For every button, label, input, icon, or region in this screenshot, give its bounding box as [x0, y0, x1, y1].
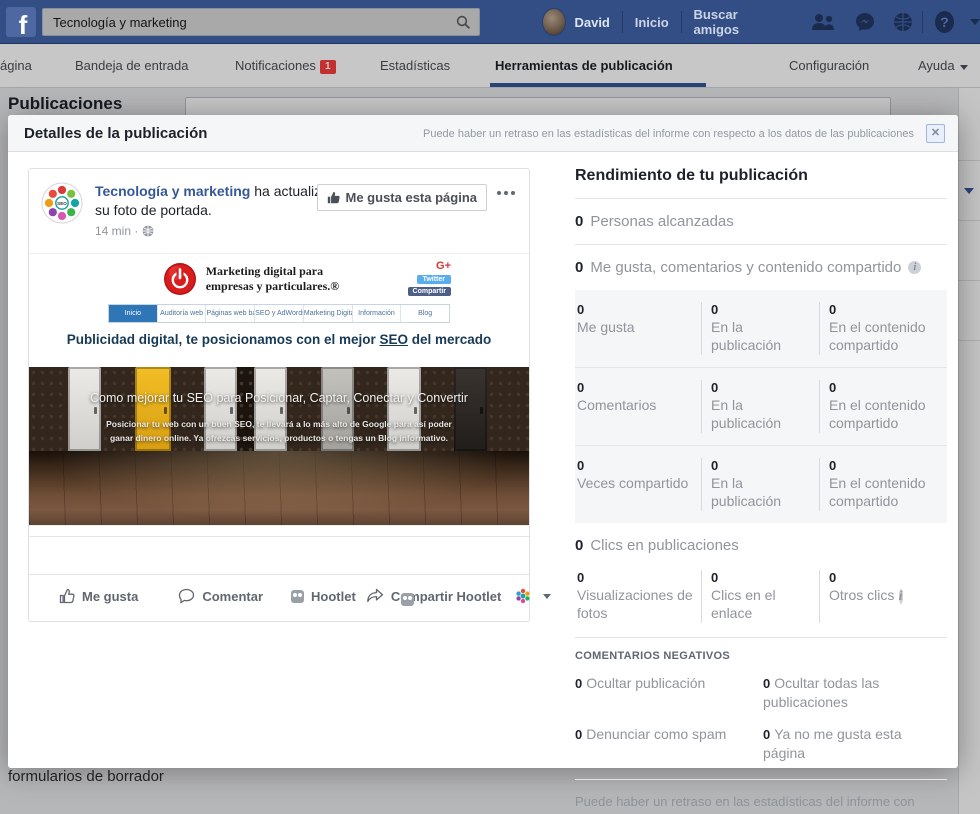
- engagement-stat: 0 Me gusta, comentarios y contenido compa…: [575, 245, 947, 290]
- profile-link[interactable]: David: [574, 15, 609, 30]
- search-bar: [42, 8, 480, 36]
- clicks-breakdown-grid: 0 Visualizaciones de fotos 0 Clics en el e…: [575, 568, 947, 638]
- comments-row: 0 Comentarios 0 En la publicación 0 En el c…: [575, 367, 947, 445]
- account-menu-caret-icon[interactable]: [969, 19, 980, 25]
- reach-stat: 0 Personas alcanzadas: [575, 199, 947, 245]
- hootlet-button[interactable]: Hootlet: [291, 589, 356, 604]
- like-button[interactable]: Me gusta: [59, 588, 138, 604]
- hootlet-owl-overlay-icon: [401, 593, 414, 606]
- divider: [680, 11, 682, 33]
- website-brand-text: Marketing digital para empresas y partic…: [205, 264, 340, 293]
- search-icon[interactable]: [456, 15, 471, 30]
- divider: [621, 11, 623, 33]
- post-preview-card: SEO Tecnología y marketing ha actualizad…: [28, 168, 552, 622]
- thumb-up-icon: [327, 191, 340, 204]
- comment-button[interactable]: Comentar: [178, 588, 263, 604]
- post-timestamp[interactable]: 14 min ·: [95, 223, 138, 239]
- extension-menu-button[interactable]: [515, 588, 552, 604]
- cover-photo[interactable]: Marketing digital para empresas y partic…: [29, 253, 529, 526]
- close-icon[interactable]: ✕: [926, 124, 945, 143]
- share-hootlet-button[interactable]: Compartir Hootlet: [366, 588, 501, 604]
- divider: [922, 11, 923, 33]
- twitter-button: Twitter: [416, 275, 451, 284]
- dialog-header: Detalles de la publicación Puede haber u…: [8, 115, 958, 152]
- shares-row: 0 Veces compartido 0 En la publicación 0 En…: [575, 445, 947, 523]
- page-name-link[interactable]: Tecnología y marketing: [95, 183, 250, 199]
- clicks-row: 0 Visualizaciones de fotos 0 Clics en el e…: [575, 568, 947, 637]
- colorful-extension-icon: [516, 588, 530, 604]
- website-header: Marketing digital para empresas y partic…: [29, 254, 529, 367]
- post-details-dialog: Detalles de la publicación Puede haber u…: [8, 115, 958, 809]
- messenger-icon[interactable]: [855, 12, 875, 32]
- find-friends-link[interactable]: Buscar amigos: [694, 7, 775, 37]
- negative-feedback-title: COMENTARIOS NEGATIVOS: [575, 650, 731, 662]
- info-icon[interactable]: i: [908, 261, 922, 274]
- like-page-button[interactable]: Me gusta esta página: [316, 184, 487, 211]
- user-avatar[interactable]: [542, 8, 567, 36]
- hootlet-owl-icon: [291, 589, 305, 603]
- doors-photo: Como mejorar tu SEO para Posicionar, Cap…: [29, 367, 529, 525]
- facebook-logo[interactable]: f: [6, 7, 36, 37]
- svg-text:SEO: SEO: [57, 201, 67, 206]
- more-options-icon[interactable]: [497, 185, 517, 201]
- share-arrow-icon: [366, 588, 383, 603]
- website-headline: Publicidad digital, te posicionamos con …: [66, 332, 492, 347]
- performance-title: Rendimiento de tu publicación: [575, 167, 947, 199]
- google-plus-icon: G+: [436, 260, 451, 272]
- globe-privacy-icon: [142, 225, 154, 237]
- post-clicks-stat: 0 Clics en publicaciones: [575, 537, 739, 554]
- help-icon[interactable]: ?: [934, 11, 954, 33]
- dialog-title: Detalles de la publicación: [24, 125, 208, 142]
- post-performance-panel: Rendimiento de tu publicación 0 Personas …: [575, 167, 947, 814]
- post-action-bar: Me gusta Comentar Hootlet Compartir Hoot…: [29, 575, 552, 617]
- search-input[interactable]: [43, 9, 479, 35]
- likes-row: 0 Me gusta 0 En la publicación 0 En el cont…: [575, 290, 947, 367]
- engagement-breakdown-grid: 0 Me gusta 0 En la publicación 0 En el cont…: [575, 290, 947, 523]
- feedback-summary-row: [29, 537, 529, 574]
- wooden-floor: [29, 451, 529, 525]
- website-nav: Inicio Auditoría web Páginas web baratas…: [108, 304, 450, 323]
- power-button-logo: [163, 263, 196, 295]
- top-navigation-bar: f David Inicio Buscar amigos ?: [0, 0, 980, 44]
- negative-feedback-row: 0 Denunciar como spam 0 Ya no me gusta est…: [575, 726, 902, 761]
- comment-bubble-icon: [179, 588, 195, 604]
- post-story: Tecnología y marketing ha actualizado su…: [95, 182, 347, 239]
- notifications-globe-icon[interactable]: [893, 12, 913, 32]
- negative-feedback-row: 0 Ocultar publicación 0 Ocultar todas las …: [575, 675, 880, 710]
- facebook-share-button: Compartir: [407, 287, 451, 296]
- stats-delay-footnote: Puede haber un retraso en las estadístic…: [575, 779, 947, 814]
- thumb-up-outline-icon: [59, 588, 75, 604]
- info-icon[interactable]: i: [898, 589, 903, 604]
- caret-down-icon: [543, 593, 552, 599]
- page-avatar[interactable]: SEO: [41, 182, 83, 224]
- facebook-page: f David Inicio Buscar amigos ? ágina Ban…: [0, 0, 980, 814]
- friend-requests-icon[interactable]: [809, 13, 837, 31]
- photo-overlay-text: Como mejorar tu SEO para Posicionar, Cap…: [90, 391, 468, 443]
- stats-delay-note: Puede haber un retraso en las estadístic…: [422, 128, 914, 140]
- home-link[interactable]: Inicio: [635, 15, 669, 30]
